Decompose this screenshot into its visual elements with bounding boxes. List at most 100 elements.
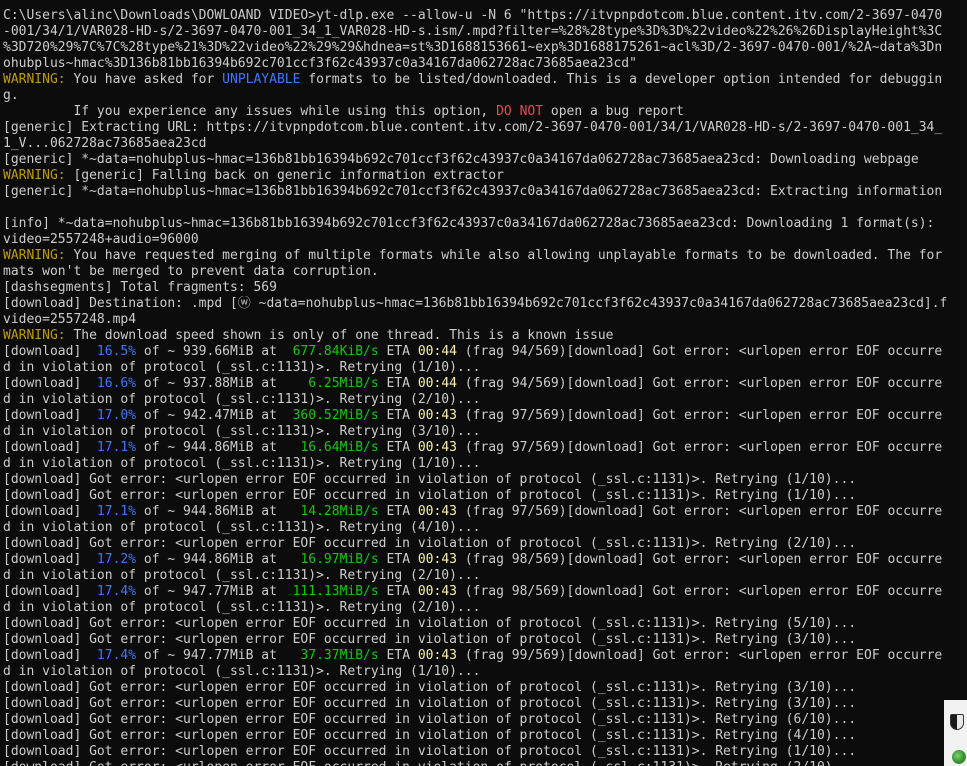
console-text-blue: 17.1% [96,440,137,455]
console-text: 1_V...062728ac73685aea23cd [3,136,207,151]
console-line: [info] *~data=nohubplus~hmac=136b81bb163… [3,216,967,232]
taskbar-corner [944,700,967,766]
console-text: [download] Got error: <urlopen error EOF… [3,760,856,766]
console-line: [download] Got error: <urlopen error EOF… [3,632,967,648]
console-line: [download] 16.5% of ~ 939.66MiB at 677.8… [3,344,967,360]
console-text: [download] [3,408,97,423]
console-line: [download] 17.0% of ~ 942.47MiB at 360.5… [3,408,967,424]
console-text: C:\Users\alinc\Downloads\DOWLOAND VIDEO>… [3,8,943,23]
console-line: d in violation of protocol (_ssl.c:1131)… [3,520,967,536]
console-text: d in violation of protocol (_ssl.c:1131)… [3,456,481,471]
console-text-green: 6.25MiB/s [308,376,379,391]
console-text-yellow: 00:43 [417,552,457,567]
console-text: ETA [378,504,418,519]
console-line: d in violation of protocol (_ssl.c:1131)… [3,360,967,376]
console-line: [download] Got error: <urlopen error EOF… [3,728,967,744]
console-text: [download] Got error: <urlopen error EOF… [3,680,857,695]
console-line: [download] Got error: <urlopen error EOF… [3,488,967,504]
console-line: [download] 17.4% of ~ 947.77MiB at 111.1… [3,584,967,600]
console-text: [generic] *~data=nohubplus~hmac=136b81bb… [3,152,919,167]
console-text-yellow: 00:43 [417,648,457,663]
console-text: ohubplus~hmac%3D136b81bb16394b692c701ccf… [3,56,637,71]
console-text: of ~ 947.77MiB at [136,648,301,663]
console-line: [dashsegments] Total fragments: 569 [3,280,967,296]
console-text: [download] [3,440,97,455]
console-text-green: 111.13MiB/s [292,584,379,599]
console-text: video=2557248.mp4 [3,312,137,327]
console-text: If you experience any issues while using… [3,104,497,119]
console-line: [download] 17.4% of ~ 947.77MiB at 37.37… [3,648,967,664]
console-line: %3D720%29%7C%7C%28type%21%3D%22video%22%… [3,40,967,56]
console-text: (frag 98/569)[download] Got error: <urlo… [457,552,943,567]
console-line: [download] Got error: <urlopen error EOF… [3,760,967,766]
console-line: WARNING: [generic] Falling back on gener… [3,168,967,184]
console-text: (frag 99/569)[download] Got error: <urlo… [457,648,943,663]
console-line: d in violation of protocol (_ssl.c:1131)… [3,392,967,408]
console-line: video=2557248.mp4 [3,312,967,328]
console-text: [download] [3,648,97,663]
console-line: If you experience any issues while using… [3,104,967,120]
console-text-warning: WARNING: [3,248,66,263]
console-text-green: 360.52MiB/s [292,408,379,423]
console-line: d in violation of protocol (_ssl.c:1131)… [3,456,967,472]
console-text-yellow: 00:43 [417,584,457,599]
console-text: (frag 97/569)[download] Got error: <urlo… [457,504,943,519]
console-text-blue: 17.2% [96,552,137,567]
console-text: [download] [3,344,97,359]
console-text-blue: 17.4% [96,584,137,599]
console-text-yellow: 00:43 [417,408,457,423]
console-text-warning: WARNING: [3,168,66,183]
console-text-red: DO NOT [496,104,544,119]
console-text: -001/34/1/VAR028-HD-s/2-3697-0470-001_34… [3,24,943,39]
console-text: [download] Got error: <urlopen error EOF… [3,616,857,631]
console-text: [generic] Falling back on generic inform… [65,168,504,183]
console-text-green: 677.84KiB/s [292,344,379,359]
console-text-green: 16.97MiB/s [300,552,379,567]
console-text: [info] *~data=nohubplus~hmac=136b81bb163… [3,216,935,231]
console-text-yellow: 00:43 [417,504,457,519]
console-text: d in violation of protocol (_ssl.c:1131)… [3,600,481,615]
console-line: 1_V...062728ac73685aea23cd [3,136,967,152]
console-line: [download] Got error: <urlopen error EOF… [3,744,967,760]
console-text-blue: 17.1% [96,504,137,519]
console-text: [download] [3,376,97,391]
console-line: [generic] Extracting URL: https://itvpnp… [3,120,967,136]
console-line: WARNING: The download speed shown is onl… [3,328,967,344]
console-text: open a bug report [543,104,684,119]
console-text: [download] Destination: .mpd [ⓦ ~data=no… [3,296,948,311]
console-text-green: 16.64MiB/s [300,440,379,455]
console-text-warning: WARNING: [3,72,66,87]
console-text: ETA [378,376,418,391]
console-line: -001/34/1/VAR028-HD-s/2-3697-0470-001_34… [3,24,967,40]
console-line: d in violation of protocol (_ssl.c:1131)… [3,664,967,680]
console-text-yellow: 00:44 [417,376,457,391]
console-text: ETA [378,440,418,455]
console-text: [download] Got error: <urlopen error EOF… [3,712,857,727]
console-text: mats won't be merged to prevent data cor… [3,264,379,279]
console-line: d in violation of protocol (_ssl.c:1131)… [3,568,967,584]
console-text: [download] Got error: <urlopen error EOF… [3,728,857,743]
console-text: [download] [3,584,97,599]
console-text-blue: 17.0% [96,408,137,423]
console-output[interactable]: C:\Users\alinc\Downloads\DOWLOAND VIDEO>… [0,0,967,766]
console-text: [download] [3,504,97,519]
console-line: [download] Got error: <urlopen error EOF… [3,536,967,552]
console-text: d in violation of protocol (_ssl.c:1131)… [3,360,481,375]
shield-icon[interactable] [950,714,964,730]
console-text: (frag 97/569)[download] Got error: <urlo… [457,440,943,455]
console-text: of ~ 942.47MiB at [136,408,293,423]
console-line: video=2557248+audio=96000 [3,232,967,248]
console-text: [generic] *~data=nohubplus~hmac=136b81bb… [3,184,943,199]
console-text: of ~ 944.86MiB at [136,504,301,519]
console-text: [download] Got error: <urlopen error EOF… [3,472,857,487]
console-text-green: 14.28MiB/s [300,504,379,519]
console-text: [download] Got error: <urlopen error EOF… [3,488,857,503]
app-icon[interactable] [952,750,966,764]
console-line: [download] Destination: .mpd [ⓦ ~data=no… [3,296,967,312]
console-line: [download] 17.1% of ~ 944.86MiB at 14.28… [3,504,967,520]
console-text: d in violation of protocol (_ssl.c:1131)… [3,664,481,679]
console-line: d in violation of protocol (_ssl.c:1131)… [3,424,967,440]
console-text: [generic] Extracting URL: https://itvpnp… [3,120,943,135]
console-text: (frag 97/569)[download] Got error: <urlo… [456,408,943,423]
